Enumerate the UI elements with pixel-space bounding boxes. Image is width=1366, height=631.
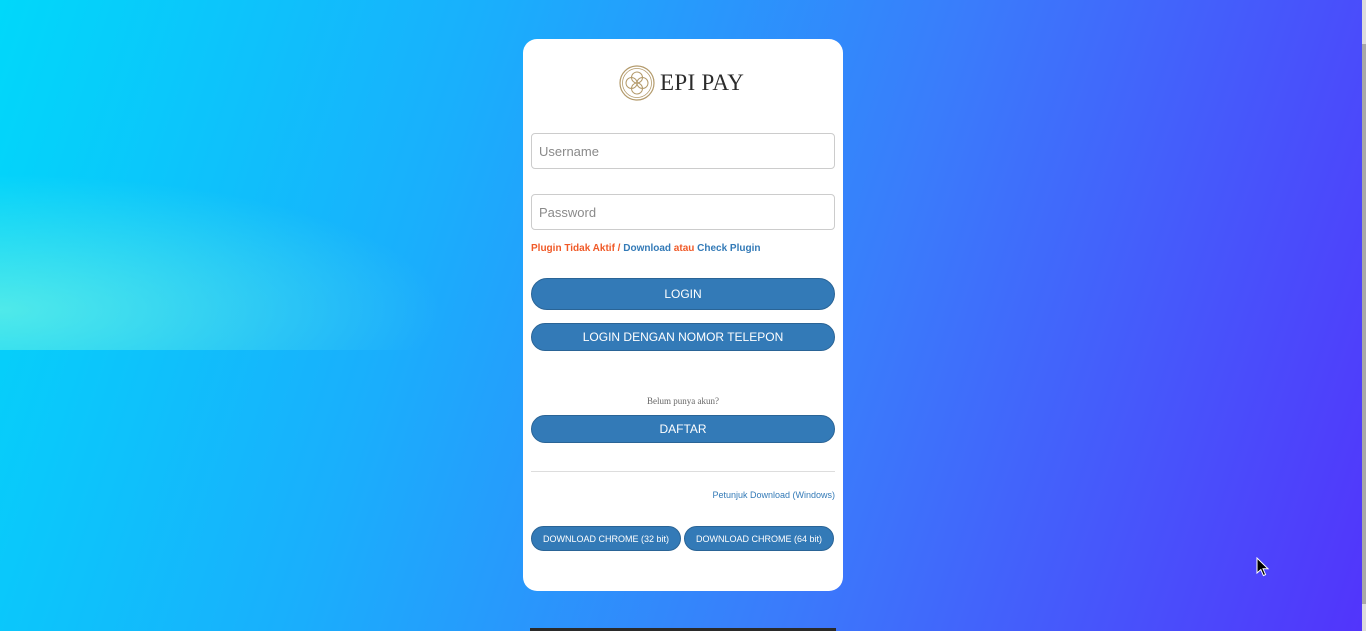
divider: [531, 471, 835, 472]
plugin-download-link[interactable]: Download: [623, 243, 671, 254]
download-chrome-64-button[interactable]: DOWNLOAD CHROME (64 bit): [684, 526, 834, 551]
background-glow: [0, 150, 520, 350]
login-button[interactable]: LOGIN: [531, 278, 835, 310]
check-plugin-link[interactable]: Check Plugin: [697, 243, 760, 254]
register-button[interactable]: DAFTAR: [531, 415, 835, 443]
plugin-or-text: atau: [673, 243, 695, 254]
brand-logo: EPI PAY: [619, 65, 744, 101]
brand-name: EPI PAY: [660, 70, 745, 95]
download-chrome-32-button[interactable]: DOWNLOAD CHROME (32 bit): [531, 526, 681, 551]
login-card: EPI PAY Plugin Tidak Aktif / Download at…: [523, 39, 843, 591]
scrollbar-thumb[interactable]: [1362, 44, 1366, 604]
plugin-status: Plugin Tidak Aktif / Download atau Check…: [531, 243, 761, 254]
register-hint: Belum punya akun?: [647, 396, 719, 406]
plugin-status-text: Plugin Tidak Aktif /: [531, 243, 621, 254]
mouse-cursor-icon: [1256, 556, 1270, 582]
download-guide-link[interactable]: Petunjuk Download (Windows): [712, 490, 835, 500]
epi-pay-logo-icon: [619, 65, 655, 101]
password-input[interactable]: [531, 194, 835, 230]
username-input[interactable]: [531, 133, 835, 169]
page-scrollbar[interactable]: [1362, 0, 1366, 631]
login-phone-button[interactable]: LOGIN DENGAN NOMOR TELEPON: [531, 323, 835, 351]
